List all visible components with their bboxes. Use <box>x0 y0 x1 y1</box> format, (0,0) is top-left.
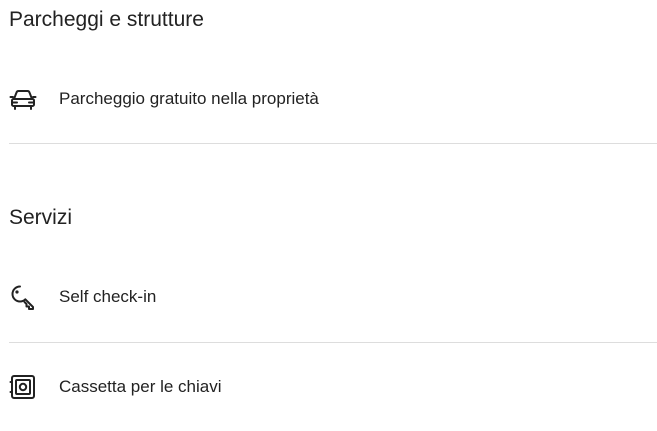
amenity-label: Self check-in <box>59 287 157 306</box>
section-title-parking: Parcheggi e strutture <box>9 8 204 31</box>
amenity-lockbox: Cassetta per le chiavi <box>9 371 657 403</box>
amenity-label: Cassetta per le chiavi <box>59 377 222 396</box>
section-title-services: Servizi <box>9 206 73 229</box>
lockbox-icon <box>9 373 37 401</box>
amenity-free-parking: Parcheggio gratuito nella proprietà <box>9 83 657 115</box>
amenity-self-check-in: Self check-in <box>9 281 657 313</box>
divider <box>9 143 657 144</box>
divider <box>9 342 657 343</box>
key-icon <box>9 283 37 311</box>
car-icon <box>9 85 37 113</box>
amenity-label: Parcheggio gratuito nella proprietà <box>59 89 319 108</box>
